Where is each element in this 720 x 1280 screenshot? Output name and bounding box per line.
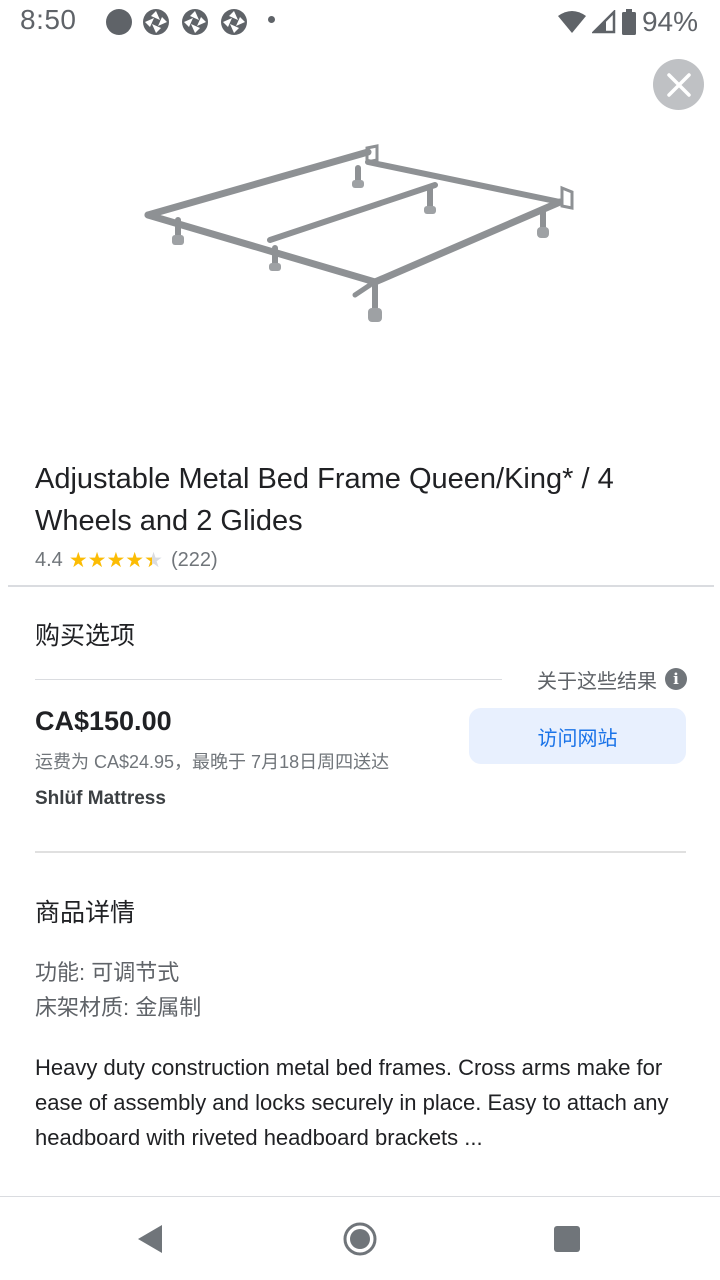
aperture-icon [182, 9, 208, 35]
product-details-heading: 商品详情 [35, 899, 136, 927]
seller-name: Shlüf Mattress [35, 788, 166, 809]
nav-back-icon [138, 1225, 162, 1253]
visit-site-button[interactable]: 访问网站 [469, 708, 686, 764]
wifi-icon [557, 11, 586, 33]
nav-recents-button[interactable] [547, 1219, 587, 1259]
star-icon: ★ [68, 548, 88, 572]
nav-back-button[interactable] [130, 1219, 170, 1259]
battery-icon [621, 9, 636, 35]
divider [35, 851, 686, 853]
status-time: 8:50 [20, 4, 77, 35]
divider [8, 585, 714, 587]
spec-material: 床架材质: 金属制 [35, 995, 202, 1020]
price: CA$150.00 [35, 706, 172, 736]
aperture-icon [143, 9, 169, 35]
info-icon[interactable]: i [665, 668, 687, 690]
system-nav-bar [0, 1197, 720, 1280]
status-bar: 8:50 94% [0, 0, 720, 44]
star-icon: ★ [106, 548, 126, 572]
about-results-link[interactable]: 关于这些结果 [537, 665, 657, 694]
nav-recents-icon [554, 1226, 580, 1252]
product-description: Heavy duty construction metal bed frames… [35, 1055, 669, 1150]
battery-percentage: 94% [641, 6, 698, 37]
shipping-info: 运费为 CA$24.95，最晚于 7月18日周四送达 [35, 752, 390, 772]
status-indicators: 94% [557, 4, 698, 40]
nav-home-button[interactable] [340, 1219, 380, 1259]
nav-home-icon [343, 1222, 377, 1256]
rating-row[interactable]: 4.4 ★ ★ ★ ★ ★★ (222) [35, 545, 218, 575]
more-notifications-icon [268, 16, 275, 23]
star-icon: ★ [125, 548, 145, 572]
divider [35, 679, 502, 680]
buying-options-heading: 购买选项 [35, 622, 136, 650]
cell-signal-icon [591, 10, 616, 34]
half-star-icon: ★★ [144, 548, 163, 572]
aperture-icon [221, 9, 247, 35]
star-icon: ★ [87, 548, 107, 572]
rating-value: 4.4 [35, 548, 63, 571]
about-results-row: 关于这些结果 i [35, 664, 687, 694]
close-button[interactable] [653, 59, 704, 110]
rating-stars: ★ ★ ★ ★ ★★ [69, 550, 163, 571]
spec-feature: 功能: 可调节式 [35, 960, 180, 985]
close-icon [666, 72, 691, 97]
notification-icon [106, 9, 132, 35]
review-count: (222) [170, 548, 218, 571]
product-image [144, 144, 574, 322]
product-title: Adjustable Metal Bed Frame Queen/King* /… [35, 463, 614, 537]
